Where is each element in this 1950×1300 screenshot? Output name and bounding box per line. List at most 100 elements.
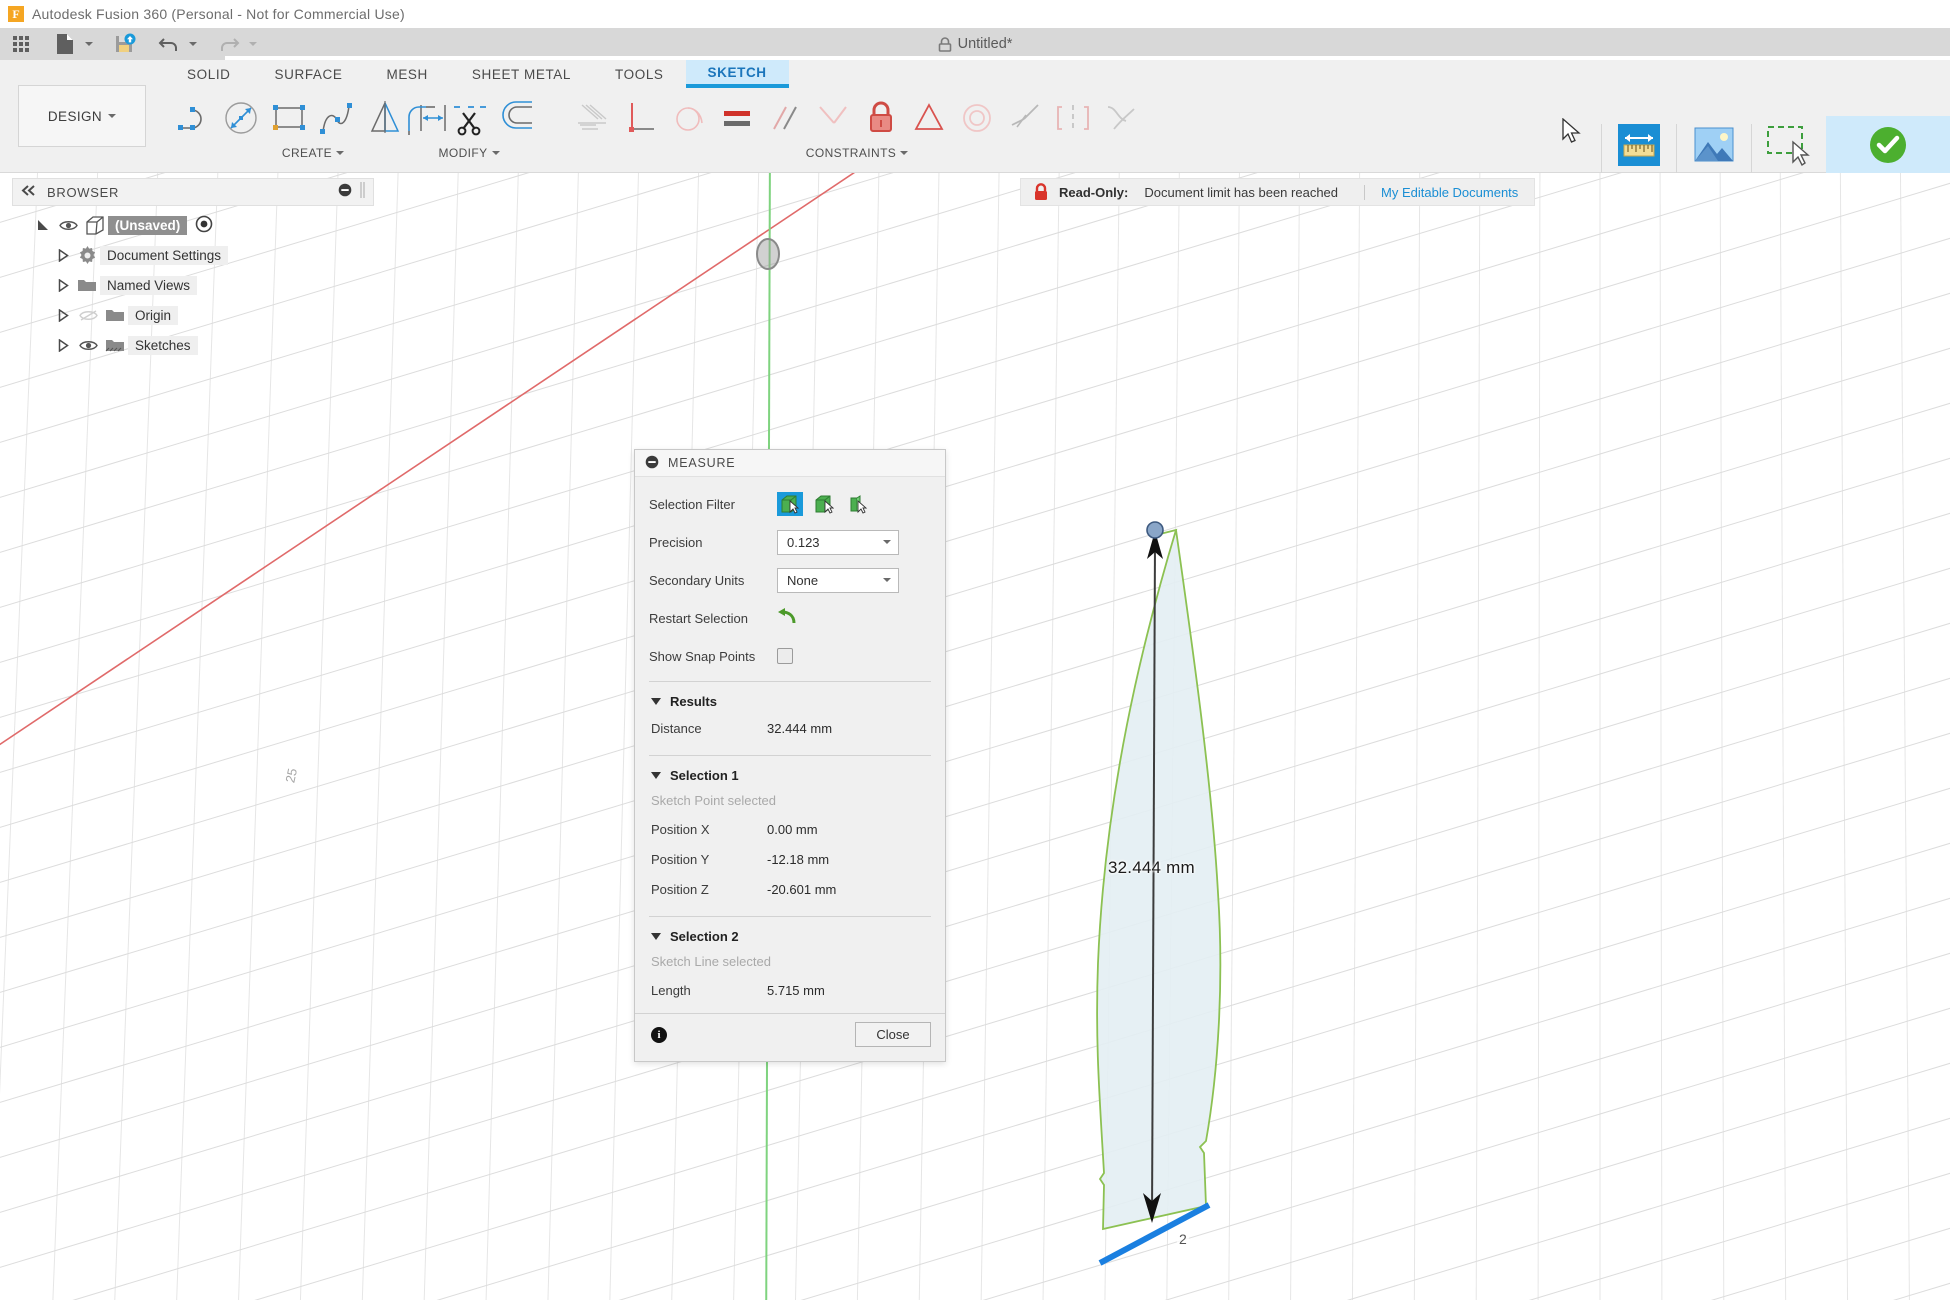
tab-tools[interactable]: TOOLS [593, 60, 686, 88]
secondary-units-dropdown[interactable]: None [777, 568, 899, 593]
collinear-icon[interactable] [1002, 92, 1048, 144]
folder-icon [74, 277, 100, 293]
close-button[interactable]: Close [855, 1022, 931, 1047]
circle-icon[interactable] [218, 92, 264, 144]
minus-circle-icon[interactable] [338, 183, 352, 202]
browser-item-origin[interactable]: Origin [12, 300, 374, 330]
filter-select-face-icon[interactable] [777, 492, 803, 516]
trim-scissors-icon[interactable] [446, 92, 492, 144]
offset-icon[interactable] [494, 92, 540, 144]
browser-item-sketches[interactable]: Sketches [12, 330, 374, 360]
ribbon-group-constraints-label: CONSTRAINTS [806, 146, 908, 160]
ribbon-group-constraints: CONSTRAINTS [570, 88, 1144, 160]
expand-triangle-icon[interactable] [52, 249, 74, 262]
expand-triangle-icon[interactable] [32, 219, 54, 231]
filter-select-vertex-icon[interactable] [845, 492, 871, 516]
selection1-row-position-y: Position Y -12.18 mm [635, 844, 945, 874]
save-icon[interactable] [110, 30, 140, 58]
tab-sketch[interactable]: SKETCH [686, 60, 789, 88]
grid-scale-label: 25 [282, 767, 300, 784]
symmetry-icon[interactable] [1050, 92, 1096, 144]
undo-dropdown[interactable] [186, 30, 200, 58]
browser-item-named-views[interactable]: Named Views [12, 270, 374, 300]
spline-icon[interactable] [314, 92, 360, 144]
show-snap-points-checkbox[interactable] [777, 648, 793, 664]
precision-value: 0.123 [787, 535, 820, 550]
coincident-icon[interactable] [810, 92, 856, 144]
browser-item-unsaved[interactable]: (Unsaved) [12, 210, 374, 240]
ground-constraint-icon[interactable] [570, 92, 616, 144]
browser-item-label: Origin [128, 306, 178, 325]
redo-dropdown[interactable] [246, 30, 260, 58]
fillet-icon[interactable] [398, 92, 444, 144]
concentric-icon[interactable] [954, 92, 1000, 144]
curvature-icon[interactable] [1098, 92, 1144, 144]
new-file-icon[interactable] [50, 30, 80, 58]
panel-resize-handle[interactable] [360, 182, 365, 203]
selection1-section-header[interactable]: Selection 1 [635, 756, 945, 787]
restart-selection-row: Restart Selection [635, 599, 945, 637]
chevron-down-icon [883, 540, 891, 544]
component-cube-icon [82, 216, 108, 235]
expand-triangle-icon[interactable] [52, 339, 74, 352]
secondary-units-value: None [787, 573, 818, 588]
selection2-row-length: Length 5.715 mm [635, 975, 945, 1005]
secondary-units-label: Secondary Units [649, 573, 777, 588]
selection2-section-header[interactable]: Selection 2 [635, 917, 945, 948]
expand-triangle-icon[interactable] [52, 309, 74, 322]
redo-icon[interactable] [214, 30, 244, 58]
length-value: 5.715 mm [767, 983, 825, 998]
read-only-banner: Read-Only: Document limit has been reach… [1020, 178, 1535, 206]
result-row-distance: Distance 32.444 mm [635, 713, 945, 743]
my-editable-documents-link[interactable]: My Editable Documents [1365, 185, 1534, 200]
arc-icon[interactable] [170, 92, 216, 144]
visibility-eye-icon[interactable] [54, 219, 82, 232]
constraints-label: CONSTRAINTS [806, 146, 896, 160]
precision-dropdown[interactable]: 0.123 [777, 530, 899, 555]
undo-icon[interactable] [154, 30, 184, 58]
info-icon[interactable]: i [651, 1027, 667, 1043]
rectangle-icon[interactable] [266, 92, 312, 144]
selection1-title: Selection 1 [670, 768, 739, 783]
expand-triangle-icon[interactable] [52, 279, 74, 292]
app-grid-icon[interactable] [6, 30, 36, 58]
browser-item-document-settings[interactable]: Document Settings [12, 240, 374, 270]
red-lock-icon [1021, 183, 1059, 201]
tab-surface[interactable]: SURFACE [253, 60, 365, 88]
activate-component-radio[interactable] [195, 215, 213, 236]
measure-dialog[interactable]: MEASURE Selection Filter Pr [634, 449, 946, 1062]
selection1-row-position-z: Position Z -20.601 mm [635, 874, 945, 904]
restart-arrow-icon[interactable] [777, 608, 797, 629]
visibility-eye-icon[interactable] [74, 339, 102, 352]
chevron-down-icon[interactable] [900, 151, 908, 155]
results-section-header[interactable]: Results [635, 682, 945, 713]
chevron-down-icon[interactable] [492, 151, 500, 155]
minus-circle-icon[interactable] [645, 455, 659, 472]
precision-label: Precision [649, 535, 777, 550]
image-insert-icon[interactable] [1691, 122, 1737, 173]
length-label: Length [651, 983, 767, 998]
filter-select-edge-icon[interactable] [811, 492, 837, 516]
measure-dialog-header: MEASURE [635, 450, 945, 477]
tab-sheet-metal[interactable]: SHEET METAL [450, 60, 593, 88]
tangent-icon[interactable] [666, 92, 712, 144]
selection2-note: Sketch Line selected [635, 948, 945, 975]
workspace-switcher-button[interactable]: DESIGN [18, 85, 146, 147]
visibility-eye-off-icon[interactable] [74, 309, 102, 322]
tab-mesh[interactable]: MESH [364, 60, 449, 88]
collapse-left-icon[interactable] [21, 183, 37, 201]
fix-lock-icon[interactable] [858, 92, 904, 144]
equal-icon[interactable] [714, 92, 760, 144]
perpendicular-icon[interactable] [618, 92, 664, 144]
new-file-dropdown[interactable] [82, 30, 96, 58]
workspace-label: DESIGN [48, 109, 102, 124]
chevron-down-icon[interactable] [336, 151, 344, 155]
modify-label: MODIFY [438, 146, 487, 160]
midpoint-icon[interactable] [906, 92, 952, 144]
selection-marquee-icon[interactable] [1763, 122, 1815, 173]
measure-ruler-icon[interactable] [1616, 122, 1662, 173]
green-check-icon[interactable] [1865, 122, 1911, 173]
quick-access-toolbar [0, 28, 1950, 60]
parallel-icon[interactable] [762, 92, 808, 144]
tab-solid[interactable]: SOLID [165, 60, 253, 88]
